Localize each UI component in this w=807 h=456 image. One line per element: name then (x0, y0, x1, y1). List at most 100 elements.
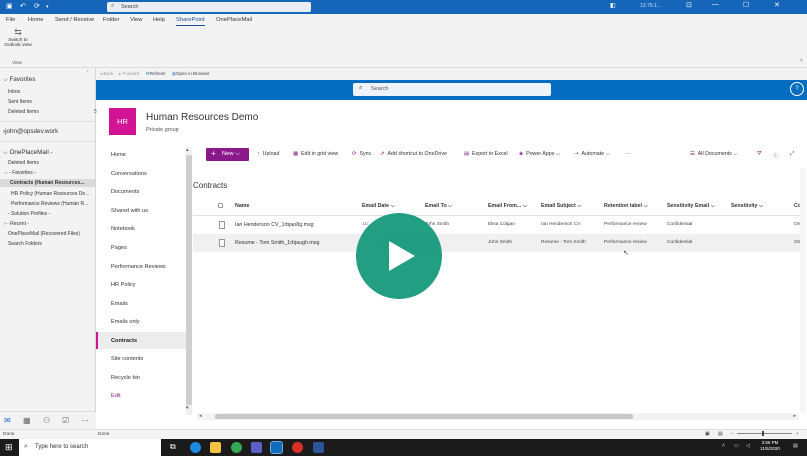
calendar-icon[interactable]: ▦ (23, 416, 31, 425)
info-icon[interactable]: ⓘ (773, 151, 781, 159)
col-email-subject[interactable]: Email Subject ⌵ (541, 203, 581, 210)
menu-folder[interactable]: Folder (103, 17, 119, 23)
nav-home[interactable]: Home (111, 152, 126, 158)
site-title[interactable]: Human Resources Demo (146, 112, 258, 123)
close-icon[interactable]: ✕ (774, 1, 780, 9)
zoom-slider[interactable] (737, 433, 792, 434)
horizontal-scrollbar[interactable]: ◂ ▸ (197, 413, 798, 420)
nav-documents[interactable]: Documents (111, 189, 139, 195)
table-row[interactable]: Resume - Tom Smith_1rbjaugh.msg ...ith J… (193, 234, 801, 252)
expand-icon[interactable]: ⤢ (790, 151, 797, 158)
col-retention-label[interactable]: Retention label ⌵ (604, 203, 647, 210)
tray-chevron-icon[interactable]: ˄ (722, 443, 725, 449)
zoom-in-icon[interactable]: + (796, 432, 799, 437)
filter-icon[interactable]: ⛛ (757, 151, 764, 158)
volume-icon[interactable]: ◁ (746, 443, 750, 449)
nav-recycle-bin[interactable]: Recycle bin (111, 375, 140, 381)
col-sensitivity-email[interactable]: Sensitivity Email ⌵ (667, 203, 715, 210)
table-row[interactable]: Ian Henderson CV_1rbjao8g.msg 11/... Joh… (193, 216, 801, 234)
table-scrollbar[interactable] (800, 168, 806, 413)
file-type-icon[interactable]: ▢ (218, 203, 223, 209)
oneplacemail-header[interactable]: ⌵ OnePlaceMail - (3, 149, 53, 157)
app-icon[interactable] (292, 442, 303, 453)
open-in-browser-button[interactable]: ◍Open in Browser (172, 71, 209, 77)
cell-name[interactable]: Ian Henderson CV_1rbjao8g.msg (235, 222, 314, 228)
folder-sent-items[interactable]: Sent Items (8, 99, 32, 105)
zoom-out-icon[interactable]: − (731, 432, 734, 437)
video-play-button[interactable] (356, 213, 442, 299)
nav-emails[interactable]: Emails (111, 301, 128, 307)
send-receive-icon[interactable]: ⟳ (34, 2, 40, 10)
cell-name[interactable]: Resume - Tom Smith_1rbjaugh.msg (235, 240, 319, 246)
teams-icon[interactable] (251, 442, 262, 453)
edge-icon[interactable] (190, 442, 201, 453)
nav-performance-reviews[interactable]: Performance Reviews (111, 264, 166, 270)
help-icon[interactable]: ? (790, 82, 804, 96)
col-name[interactable]: Name (235, 203, 249, 209)
nav-notebook[interactable]: Notebook (111, 226, 135, 232)
menu-home[interactable]: Home (28, 17, 43, 23)
undo-icon[interactable]: ↶ (20, 2, 26, 10)
edit-grid-button[interactable]: ▦ Edit in grid view (293, 151, 338, 157)
nav-edit[interactable]: Edit (111, 393, 121, 399)
automate-button[interactable]: ⇢ Automate ⌵ (574, 151, 610, 158)
power-apps-button[interactable]: ◈ Power Apps ⌵ (519, 151, 560, 158)
more-icon[interactable]: ⋯ (81, 416, 89, 425)
people-icon[interactable]: ⚇ (43, 416, 50, 425)
quick-access-dropdown-icon[interactable]: ▾ (46, 4, 49, 10)
reading-view-icon[interactable]: ▤ (718, 432, 723, 437)
folder-item[interactable]: ⌵ - Favorites - (4, 170, 36, 176)
export-excel-button[interactable]: ▤ Export to Excel (464, 151, 508, 157)
collapse-pane-icon[interactable]: ‹ (87, 69, 89, 75)
chrome-icon[interactable] (231, 442, 242, 453)
folder-deleted-items[interactable]: Deleted Items 5 (8, 109, 97, 115)
folder-item[interactable]: › - Recent - (4, 221, 29, 227)
nav-conversations[interactable]: Conversations (111, 171, 147, 177)
windows-start-icon[interactable]: ⊞ (5, 442, 13, 453)
forward-button[interactable]: ▸ Forward (119, 71, 139, 77)
nav-site-contents[interactable]: Site contents (111, 356, 143, 362)
notifications-icon[interactable]: ▤ (793, 443, 798, 449)
save-icon[interactable]: ▣ (6, 2, 13, 10)
menu-help[interactable]: Help (153, 17, 165, 23)
folder-inbox[interactable]: Inbox (8, 89, 20, 95)
site-logo[interactable]: HR (109, 108, 136, 135)
title-search-box[interactable]: ⌕ Search (107, 2, 311, 12)
mail-icon[interactable]: ✉ (4, 416, 11, 425)
maximize-icon[interactable]: ☐ (743, 1, 749, 9)
folder-item[interactable]: HR Policy (Human Resources De... (11, 191, 89, 197)
nav-contracts[interactable]: Contracts (111, 338, 137, 344)
menu-file[interactable]: File (6, 17, 15, 23)
col-email-date[interactable]: Email Date ⌵ (362, 203, 395, 210)
menu-view[interactable]: View (130, 17, 142, 23)
switch-to-outlook-view-button[interactable]: ⇆ Switch to Outlook view (3, 28, 33, 49)
nav-emails-only[interactable]: Emails only (111, 319, 140, 325)
col-email-to[interactable]: Email To ⌵ (425, 203, 452, 210)
scrollbar-thumb[interactable] (186, 155, 192, 405)
word-icon[interactable] (313, 442, 324, 453)
task-view-icon[interactable]: ⧉ (170, 442, 176, 452)
refresh-button[interactable]: ⟳Refresh (146, 71, 166, 77)
nav-shared-with-us[interactable]: Shared with us (111, 208, 148, 214)
favorites-header[interactable]: ⌵ Favorites (3, 76, 35, 84)
taskbar-clock[interactable]: 3:56 PM 11/5/2020 (755, 440, 785, 452)
more-commands-button[interactable]: ··· (626, 151, 631, 157)
normal-view-icon[interactable]: ▣ (705, 432, 710, 437)
folder-item-selected[interactable]: Contracts (Human Resources... (0, 179, 95, 187)
nav-scrollbar[interactable]: ▴ ▾ (186, 147, 192, 415)
folder-item[interactable]: - Solution Profiles - (8, 211, 50, 217)
restore-icon[interactable]: ⊡ (686, 1, 692, 9)
upload-button[interactable]: ↑ Upload (257, 151, 279, 157)
account-header[interactable]: ›john@opsdev.work (3, 128, 58, 135)
sharepoint-search-box[interactable]: ⌕ Search (353, 83, 551, 96)
sync-button[interactable]: ⟳ Sync (352, 151, 371, 157)
folder-item[interactable]: Search Folders (8, 241, 42, 247)
network-icon[interactable]: ▭ (734, 443, 739, 449)
file-explorer-icon[interactable] (210, 442, 221, 453)
add-shortcut-button[interactable]: ⇗ Add shortcut to OneDrive (380, 151, 447, 157)
scroll-up-icon[interactable]: ▴ (186, 147, 189, 153)
scroll-down-icon[interactable]: ▾ (186, 405, 189, 411)
minimize-icon[interactable]: — (712, 1, 719, 8)
folder-item[interactable]: Deleted Items (8, 160, 39, 166)
taskbar-search[interactable]: ⌕ Type here to search (19, 439, 161, 456)
